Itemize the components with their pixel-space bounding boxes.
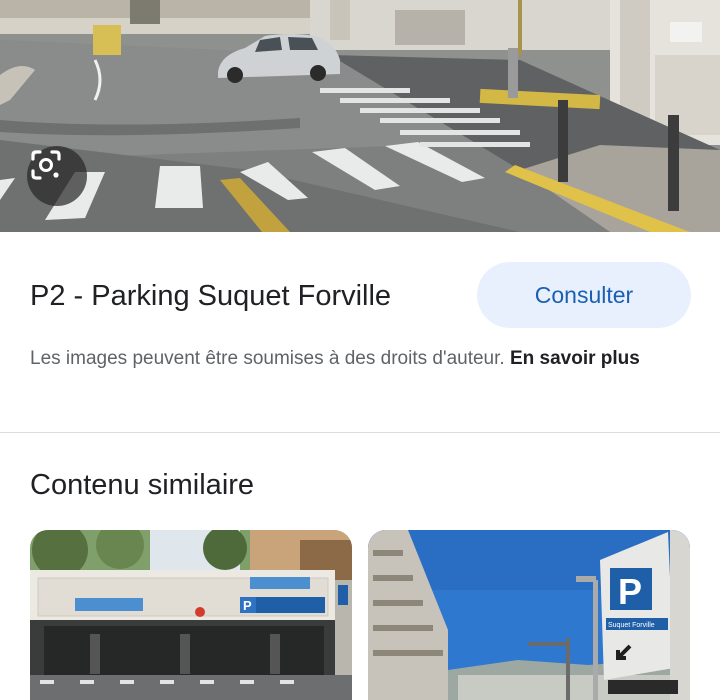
car-shape bbox=[218, 34, 340, 83]
hero-image[interactable] bbox=[0, 0, 720, 232]
camera-search-icon bbox=[31, 150, 61, 180]
result-header: P2 - Parking Suquet Forville Consulter bbox=[30, 262, 692, 328]
consult-button[interactable]: Consulter bbox=[477, 262, 691, 328]
parking-p-sign: P bbox=[618, 571, 642, 612]
parking-sign-photo: P Suquet Forville bbox=[368, 530, 690, 700]
section-divider bbox=[0, 432, 720, 433]
similar-result-card[interactable]: P bbox=[30, 530, 352, 700]
copyright-notice: Les images peuvent être soumises à des d… bbox=[30, 344, 670, 374]
parking-sign-text: Suquet Forville bbox=[608, 622, 655, 629]
learn-more-link[interactable]: En savoir plus bbox=[510, 348, 640, 369]
similar-content-heading: Contenu similaire bbox=[30, 469, 255, 501]
google-lens-icon[interactable] bbox=[27, 146, 87, 206]
copyright-text: Les images peuvent être soumises à des d… bbox=[30, 348, 510, 369]
parking-p-sign: P bbox=[243, 598, 252, 613]
result-title[interactable]: P2 - Parking Suquet Forville bbox=[30, 278, 391, 314]
similar-result-card[interactable]: P Suquet Forville bbox=[368, 530, 690, 700]
parking-entrance-photo: P bbox=[30, 530, 352, 700]
street-scene-photo bbox=[0, 0, 720, 232]
